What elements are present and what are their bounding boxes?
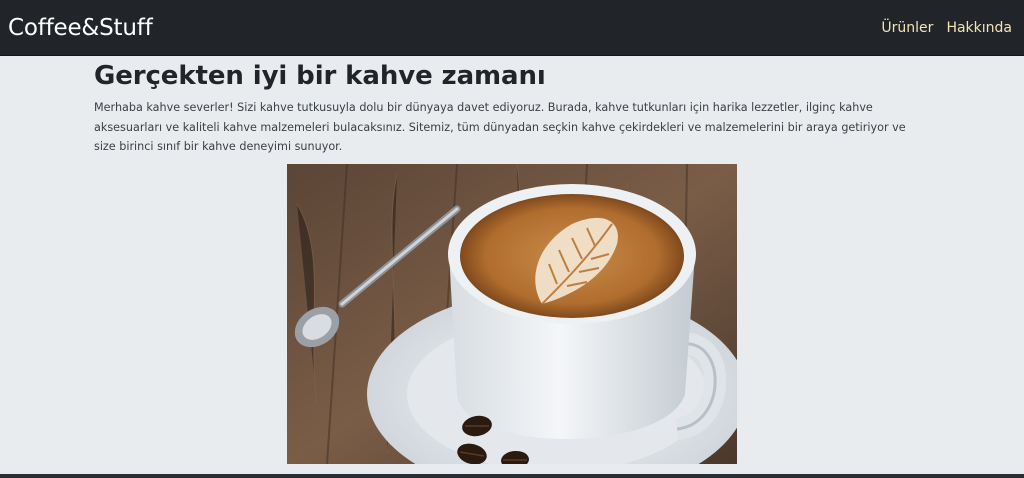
nav-link-products[interactable]: Ürünler: [881, 17, 933, 39]
page-title: Gerçekten iyi bir kahve zamanı: [94, 61, 546, 91]
nav-links: Ürünler Hakkında: [881, 17, 1012, 39]
intro-paragraph: Merhaba kahve severler! Sizi kahve tutku…: [94, 101, 906, 153]
nav-link-about[interactable]: Hakkında: [946, 17, 1012, 39]
bottom-strip: [0, 474, 1024, 478]
brand-logo-link[interactable]: Coffee&Stuff: [8, 13, 153, 43]
navbar: Coffee&Stuff Ürünler Hakkında: [0, 0, 1024, 56]
coffee-cup-image: [287, 164, 737, 464]
main-content: Gerçekten iyi bir kahve zamanı Merhaba k…: [94, 58, 920, 157]
